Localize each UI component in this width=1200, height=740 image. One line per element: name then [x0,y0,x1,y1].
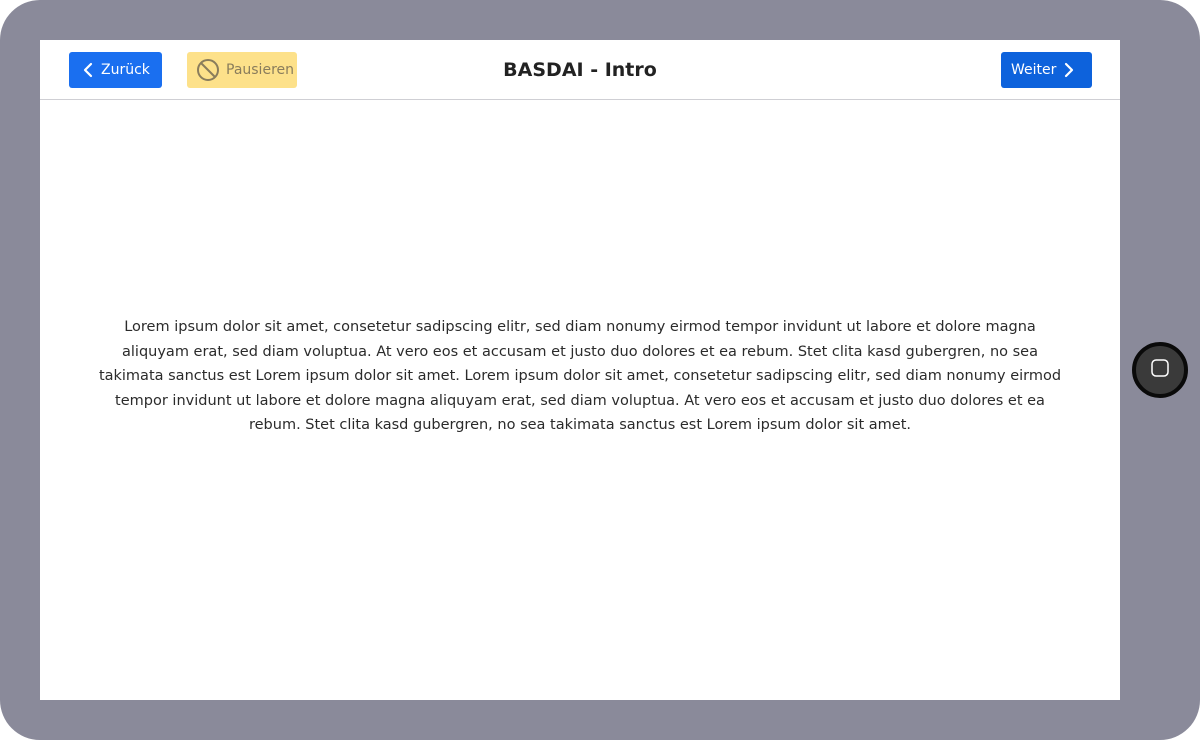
pause-button[interactable]: Pausieren [187,52,297,88]
chevron-right-icon [1064,62,1074,78]
home-square-icon [1150,358,1170,382]
chevron-left-icon [83,62,93,78]
pause-button-label: Pausieren [226,62,294,78]
tablet-frame: Zurück Pausieren BASDAI - Intro Weiter L… [0,0,1200,740]
home-button[interactable] [1132,342,1188,398]
next-button[interactable]: Weiter [1001,52,1092,88]
intro-text: Lorem ipsum dolor sit amet, consetetur s… [98,319,1062,433]
app-screen: Zurück Pausieren BASDAI - Intro Weiter L… [40,40,1120,700]
page-title: BASDAI - Intro [503,59,657,81]
back-button-label: Zurück [101,62,150,78]
prohibited-icon [196,58,220,82]
back-button[interactable]: Zurück [69,52,162,88]
top-bar: Zurück Pausieren BASDAI - Intro Weiter [40,40,1120,100]
next-button-label: Weiter [1011,62,1057,78]
